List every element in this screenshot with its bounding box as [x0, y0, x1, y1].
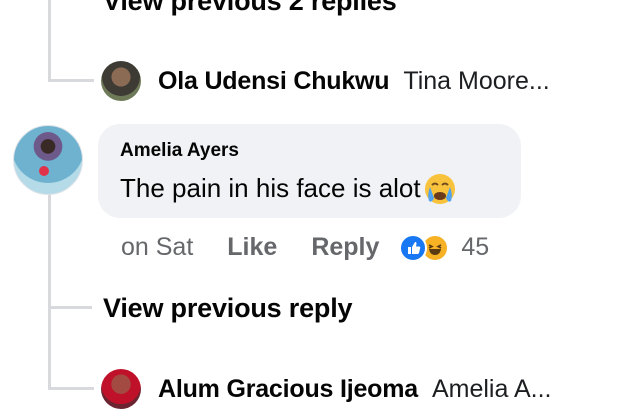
collapsed-reply[interactable]: Alum Gracious Ijeoma Amelia A... [101, 369, 551, 409]
thread-connector-branch [48, 387, 94, 390]
view-previous-reply-link[interactable]: View previous reply [103, 293, 353, 324]
thread-connector-branch [48, 306, 92, 309]
comment-author-name[interactable]: Amelia Ayers [120, 140, 239, 162]
reply-preview-text: Amelia A... [431, 374, 552, 403]
comment-thread: View previous 2 replies Ola Udensi Chukw… [0, 0, 620, 420]
avatar[interactable] [101, 61, 141, 101]
comment-bubble: Amelia Ayers The pain in his face is alo… [98, 124, 521, 218]
reply-preview-text: Tina Moore... [403, 66, 550, 95]
reply-button[interactable]: Reply [311, 233, 379, 262]
comment-timestamp[interactable]: on Sat [121, 233, 193, 262]
thread-connector-branch [48, 79, 94, 82]
reply-author-name[interactable]: Alum Gracious Ijeoma [158, 375, 418, 404]
comment-actions: on Sat Like Reply 45 [121, 233, 489, 262]
comment-text: The pain in his face is alot [120, 171, 457, 205]
thread-connector-line [48, 0, 51, 82]
avatar[interactable] [101, 369, 141, 409]
like-reaction-icon [399, 233, 428, 262]
thread-connector-line [48, 192, 51, 390]
heart-icon [39, 166, 49, 176]
avatar[interactable] [13, 125, 83, 195]
view-previous-replies-link[interactable]: View previous 2 replies [103, 0, 397, 17]
reply-author-name[interactable]: Ola Udensi Chukwu [158, 67, 390, 96]
reactions-summary[interactable]: 45 [399, 233, 489, 262]
reaction-count[interactable]: 45 [461, 233, 489, 262]
collapsed-reply[interactable]: Ola Udensi Chukwu Tina Moore... [101, 61, 550, 101]
comment-text-content: The pain in his face is alot [120, 172, 421, 203]
crying-face-emoji-icon [424, 174, 455, 204]
like-button[interactable]: Like [227, 233, 277, 262]
